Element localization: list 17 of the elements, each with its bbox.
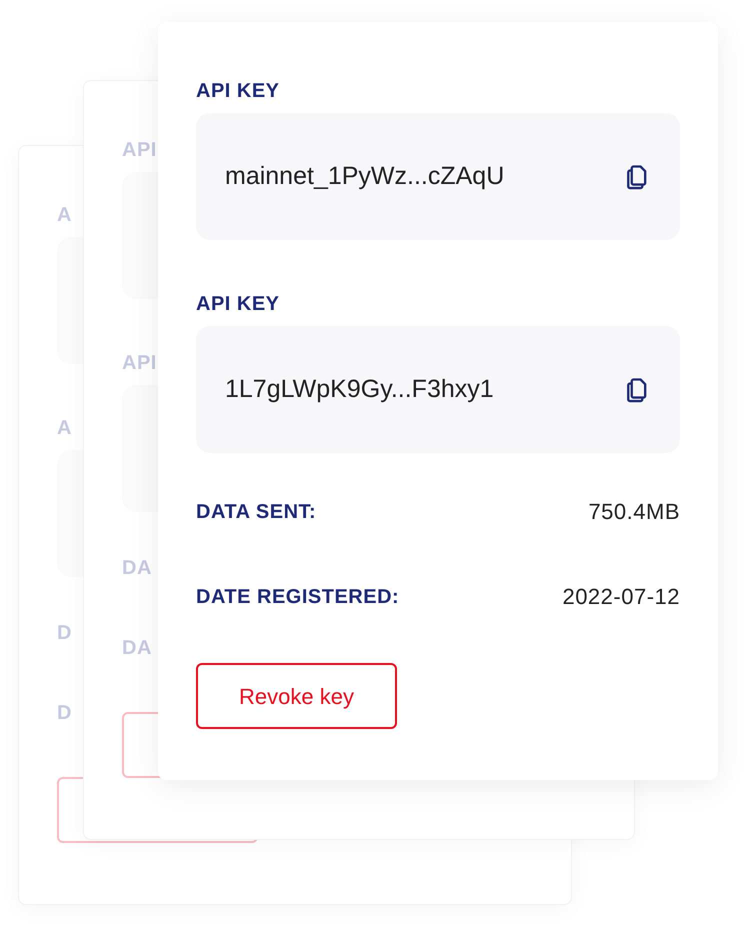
row-label: DATE REGISTERED: <box>196 584 400 610</box>
field-label: API <box>122 351 157 376</box>
row-label: DATA SENT: <box>196 500 316 524</box>
field-label: A <box>57 416 72 441</box>
field-label: API <box>122 138 157 163</box>
row-value: 2022-07-12 <box>562 583 680 611</box>
row-label: DA <box>122 636 152 661</box>
row-label: D <box>57 701 72 726</box>
field-label: API KEY <box>196 292 280 317</box>
row-label: DA <box>122 556 152 581</box>
field-label: API KEY <box>196 79 280 104</box>
key-value: 1L7gLWpK9Gy...F3hxy1 <box>225 374 494 405</box>
revoke-button[interactable]: Revoke key <box>196 663 397 729</box>
row-value: 750.4MB <box>588 498 680 526</box>
field-label: A <box>57 203 72 228</box>
row-label: D <box>57 621 72 646</box>
key-value: mainnet_1PyWz...cZAqU <box>225 160 504 192</box>
